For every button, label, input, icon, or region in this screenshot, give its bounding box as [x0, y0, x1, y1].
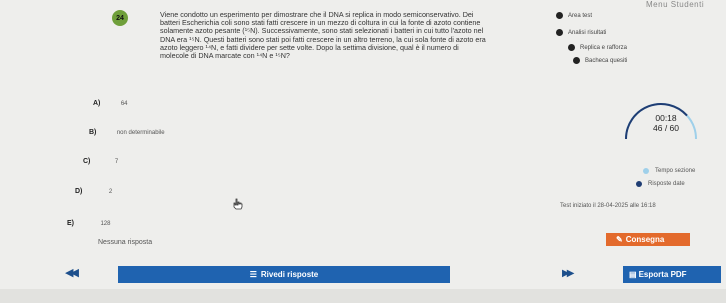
bullet-icon	[573, 57, 580, 64]
option-text: non determinabile	[116, 130, 165, 136]
pen-icon: ✎	[616, 235, 623, 244]
menu-item-analisi-risultati[interactable]: Analisi risultati	[556, 29, 606, 36]
question-text: Viene condotto un esperimento per dimost…	[160, 10, 530, 61]
answer-option-b[interactable]: B) non determinabile	[89, 121, 165, 139]
option-text: 7	[114, 159, 119, 165]
answer-option-d[interactable]: D) 2	[75, 180, 112, 198]
legend-dot-icon	[643, 168, 649, 174]
list-icon: ☰	[249, 270, 257, 279]
legend-label: Tempo sezione	[655, 168, 696, 174]
timer-display: 00:18 46 / 60	[636, 113, 696, 133]
next-arrows-icon[interactable]: ▶▶	[562, 268, 575, 279]
bullet-icon	[556, 12, 563, 19]
option-letter: C)	[83, 158, 91, 165]
bullet-icon	[556, 29, 563, 36]
submit-label: Consegna	[625, 235, 665, 244]
menu-item-label: Replica e rafforza	[580, 44, 627, 51]
answer-option-a[interactable]: A) 64	[93, 92, 128, 110]
review-answers-button[interactable]: ☰ Rivedi risposte	[118, 266, 450, 283]
no-answer-option[interactable]: Nessuna risposta	[98, 239, 152, 246]
legend-tempo-sezione: Tempo sezione	[643, 168, 695, 174]
export-pdf-button[interactable]: ▤ Esporta PDF	[623, 266, 721, 283]
bullet-icon	[568, 44, 575, 51]
test-started-info: Test iniziato il 28-04-2025 alle 16:18	[560, 203, 656, 209]
menu-item-label: Bacheca quesiti	[585, 57, 628, 64]
menu-item-label: Analisi risultati	[568, 29, 607, 36]
menu-item-replica-rafforza[interactable]: Replica e rafforza	[568, 44, 627, 51]
previous-arrows-icon[interactable]: ◀◀	[65, 266, 79, 279]
option-text: 64	[120, 101, 128, 107]
document-icon: ▤	[629, 270, 637, 279]
submit-button[interactable]: ✎ Consegna	[606, 233, 690, 246]
question-line: molecole di DNA marcate con ¹⁴N e ¹⁵N?	[160, 51, 290, 61]
option-text: 128	[100, 221, 111, 227]
option-letter: A)	[93, 100, 101, 107]
answer-option-c[interactable]: C) 7	[83, 150, 118, 168]
menu-item-area-test[interactable]: Area test	[556, 12, 592, 19]
menu-item-label: Area test	[568, 12, 593, 19]
legend-risposte-date: Risposte date	[636, 181, 685, 187]
question-number-badge: 24	[112, 10, 128, 26]
option-letter: E)	[67, 220, 74, 227]
hand-cursor-icon	[233, 198, 243, 210]
menu-title: Menu Studenti	[646, 0, 705, 9]
export-label: Esporta PDF	[638, 270, 687, 279]
answer-option-e[interactable]: E) 128	[67, 212, 110, 230]
legend-dot-icon	[636, 181, 642, 187]
timer-time: 00:18	[655, 113, 677, 123]
option-letter: B)	[89, 129, 97, 136]
legend-label: Risposte date	[648, 181, 685, 187]
menu-item-bacheca-quesiti[interactable]: Bacheca quesiti	[573, 57, 627, 64]
answered-count: 46 / 60	[653, 123, 679, 133]
bottom-strip	[0, 289, 726, 303]
option-letter: D)	[75, 188, 83, 195]
option-text: 2	[108, 189, 113, 195]
review-label: Rivedi risposte	[260, 270, 319, 279]
